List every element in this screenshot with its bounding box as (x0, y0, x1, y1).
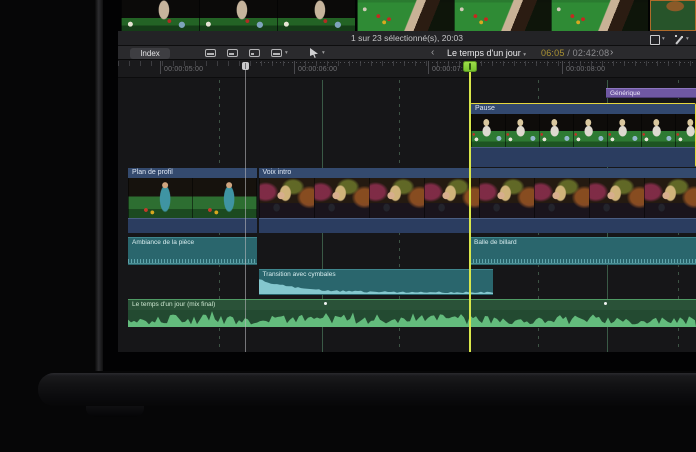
waveform-baseline (470, 263, 696, 264)
clip-label: Ambiance de la pièce (128, 238, 257, 248)
clip-appearance-icon-1[interactable] (205, 49, 216, 57)
clip-label: Voix intro (259, 168, 696, 178)
previous-project-button[interactable]: ‹ (431, 47, 434, 59)
next-project-button[interactable]: › (610, 47, 613, 59)
clip-label: Balle de billard (470, 238, 696, 248)
clip-appearance-icon-4[interactable] (271, 49, 282, 57)
macbook-pro-screenshot: 1 sur 23 sélectionné(s), 20:03 ▾ ▾ Index… (0, 0, 696, 452)
macbook-base (38, 373, 696, 406)
transform-menu-button[interactable]: ▾ (650, 34, 665, 45)
clip-label: Le temps d'un jour (mix final) (128, 300, 696, 310)
clip-appearance-icon-3[interactable] (249, 49, 260, 57)
clip-balle-de-billard[interactable]: Balle de billard (470, 237, 696, 265)
clip-ambiance[interactable]: Ambiance de la pièce (128, 237, 257, 265)
project-name-label: Le temps d'un jour (447, 48, 521, 58)
clip-mix-final[interactable]: Le temps d'un jour (mix final) (128, 299, 696, 327)
chevron-down-icon: ▾ (686, 37, 689, 43)
waveform-baseline (128, 263, 257, 264)
timecode-display: 06:05 / 02:42:08 (541, 48, 609, 59)
timecode-separator: / (565, 48, 573, 58)
keyframe-dot[interactable] (324, 302, 327, 305)
ruler-tick (562, 61, 563, 74)
waveform (259, 277, 493, 294)
browser-clip-filmstrip-3[interactable] (650, 0, 696, 31)
macbook-bezel-edge (95, 0, 103, 371)
playhead-handle[interactable] (463, 61, 477, 72)
clip-pause-selected[interactable]: Pause (470, 103, 696, 167)
clip-generique[interactable]: Générique (606, 88, 696, 98)
clip-audio-region (259, 218, 696, 233)
clip-filmstrip (471, 114, 695, 147)
timecode-current: 06:05 (541, 48, 565, 58)
project-chevron-icon: ▾ (523, 52, 526, 58)
transform-icon (650, 35, 660, 45)
enhancements-menu-button[interactable]: ▾ (674, 34, 689, 45)
playhead-line (469, 62, 471, 352)
browser-clip-filmstrip-2[interactable] (357, 0, 648, 31)
waveform (128, 310, 696, 327)
project-name-dropdown[interactable]: Le temps d'un jour ▾ (447, 48, 526, 59)
clip-transition-cymbales[interactable]: Transition avec cymbales (259, 269, 493, 295)
ruler-tick (160, 61, 161, 74)
ruler-label: 00:00:08:00 (566, 66, 605, 73)
selection-status-text: 1 sur 23 sélectionné(s), 20:03 (118, 31, 696, 46)
chevron-down-icon: ▾ (662, 37, 665, 43)
clip-label: Générique (606, 89, 696, 99)
ruler-label: 00:00:06:00 (298, 66, 337, 73)
skimmer-handle[interactable] (242, 62, 249, 70)
clip-voix-intro[interactable]: Voix intro (259, 168, 696, 232)
clip-appearance-chevron-icon[interactable]: ▾ (285, 51, 288, 57)
keyframe-dot[interactable] (604, 302, 607, 305)
skimmer-line (245, 62, 246, 352)
index-button[interactable]: Index (130, 48, 170, 59)
clip-audio-region (471, 147, 695, 167)
clip-label: Pause (471, 104, 695, 114)
ruler-tick (428, 61, 429, 74)
clip-label: Plan de profil (128, 168, 257, 178)
magic-wand-icon (674, 35, 684, 45)
clip-filmstrip (128, 178, 257, 218)
browser-status-bar: 1 sur 23 sélectionné(s), 20:03 (118, 31, 696, 46)
ruler-label: 00:00:05:00 (164, 66, 203, 73)
tool-menu-chevron-icon[interactable]: ▾ (322, 51, 325, 57)
clip-appearance-icon-2[interactable] (227, 49, 238, 57)
timecode-total: 02:42:08 (573, 48, 610, 58)
clip-filmstrip (259, 178, 696, 218)
clip-audio-region (128, 218, 257, 233)
ruler-tick (294, 61, 295, 74)
browser-clip-filmstrip-1[interactable] (121, 0, 355, 31)
clip-plan-de-profil[interactable]: Plan de profil (128, 168, 257, 232)
